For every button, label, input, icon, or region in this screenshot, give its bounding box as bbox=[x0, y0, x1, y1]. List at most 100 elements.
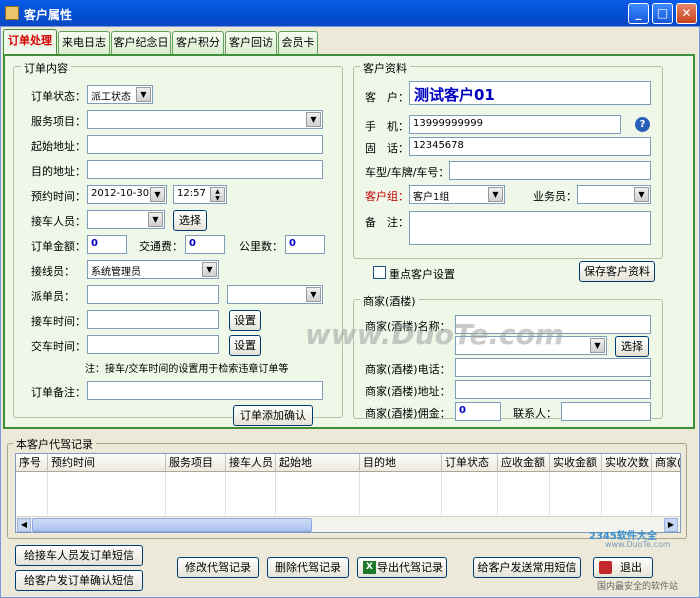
minimize-button[interactable]: _ bbox=[628, 3, 649, 24]
status-select[interactable]: 派工状态 ▼ bbox=[87, 85, 153, 104]
phone-label: 固 话： bbox=[365, 142, 409, 155]
grid-header[interactable]: 商家( bbox=[652, 454, 680, 472]
time-spinner[interactable]: 12:57 ▲ ▼ bbox=[173, 185, 227, 204]
customer-group-select[interactable]: 客户1组 ▼ bbox=[409, 185, 505, 204]
delete-record-button[interactable]: 删除代驾记录 bbox=[267, 557, 349, 578]
return-label: 交车时间： bbox=[31, 340, 86, 353]
scroll-right-icon[interactable]: ▶ bbox=[664, 518, 678, 532]
key-customer-checkbox[interactable] bbox=[373, 266, 386, 279]
sms-common-button[interactable]: 给客户发送常用短信 bbox=[473, 557, 581, 578]
close-button[interactable]: ✕ bbox=[676, 3, 697, 24]
date-picker[interactable]: 2012-10-30 ▼ bbox=[87, 185, 167, 204]
grid-header[interactable]: 目的地 bbox=[360, 454, 442, 472]
dispatcher-label: 派单员： bbox=[31, 290, 75, 303]
merchant-addr-input[interactable] bbox=[455, 380, 651, 399]
chevron-down-icon: ▼ bbox=[136, 87, 151, 102]
km-label: 公里数： bbox=[239, 240, 283, 253]
sms-driver-button[interactable]: 给接车人员发订单短信 bbox=[15, 545, 143, 566]
dispatcher-input[interactable] bbox=[87, 285, 219, 304]
operator-label: 接线员： bbox=[31, 265, 75, 278]
window-client: 订单处理 来电日志 客户纪念日 客户积分 客户回访 会员卡 订单内容 订单状态：… bbox=[0, 26, 700, 598]
tab-member-card[interactable]: 会员卡 bbox=[278, 31, 318, 54]
grid-header[interactable]: 订单状态 bbox=[442, 454, 498, 472]
scroll-left-icon[interactable]: ◀ bbox=[17, 518, 31, 532]
driver-label: 接车人员： bbox=[31, 215, 86, 228]
customer-name-label: 客 户： bbox=[365, 91, 409, 104]
export-record-button[interactable]: X 导出代驾记录 bbox=[357, 557, 447, 578]
car-label: 车型/车牌/车号： bbox=[365, 166, 450, 179]
records-group-title: 本客户代驾记录 bbox=[13, 436, 96, 452]
driver-select-button[interactable]: 选择 bbox=[173, 210, 207, 231]
return-input[interactable] bbox=[87, 335, 219, 354]
sms-customer-button[interactable]: 给客户发订单确认短信 bbox=[15, 570, 143, 591]
status-label: 订单状态： bbox=[31, 90, 86, 103]
chevron-down-icon: ▼ bbox=[148, 212, 163, 227]
grid-header[interactable]: 序号 bbox=[16, 454, 48, 472]
chevron-down-icon: ▼ bbox=[488, 187, 503, 202]
key-customer-label: 重点客户设置 bbox=[389, 268, 455, 281]
start-label: 起始地址： bbox=[31, 140, 86, 153]
pickup-input[interactable] bbox=[87, 310, 219, 329]
dispatcher-select[interactable]: ▼ bbox=[227, 285, 323, 304]
edit-record-button[interactable]: 修改代驾记录 bbox=[177, 557, 259, 578]
customer-name-input[interactable]: 测试客户01 bbox=[409, 81, 651, 105]
start-input[interactable] bbox=[87, 135, 323, 154]
merchant-select-button[interactable]: 选择 bbox=[615, 336, 649, 357]
tab-anniversary[interactable]: 客户纪念日 bbox=[111, 31, 171, 54]
spinner-icon[interactable]: ▲ ▼ bbox=[210, 187, 225, 202]
grid-header[interactable]: 服务项目 bbox=[166, 454, 226, 472]
chevron-down-icon: ▼ bbox=[590, 338, 605, 353]
grid-header[interactable]: 实收次数 bbox=[602, 454, 652, 472]
car-input[interactable] bbox=[449, 161, 651, 180]
commission-input[interactable]: 0 bbox=[455, 402, 501, 421]
km-input[interactable]: 0 bbox=[285, 235, 325, 254]
order-confirm-button[interactable]: 订单添加确认 bbox=[233, 405, 313, 426]
grid-header[interactable]: 预约时间 bbox=[48, 454, 166, 472]
contact-input[interactable] bbox=[561, 402, 651, 421]
tab-points[interactable]: 客户积分 bbox=[172, 31, 224, 54]
exit-label: 退出 bbox=[620, 561, 642, 574]
return-set-button[interactable]: 设置 bbox=[229, 335, 261, 356]
grid-header[interactable]: 接车人员 bbox=[226, 454, 276, 472]
save-customer-button[interactable]: 保存客户资料 bbox=[579, 261, 655, 282]
chevron-down-icon: ▼ bbox=[306, 112, 321, 127]
dest-label: 目的地址： bbox=[31, 165, 86, 178]
chevron-down-icon: ▼ bbox=[150, 187, 165, 202]
tab-pane: 订单内容 订单状态： 派工状态 ▼ 服务项目： ▼ 起始地址： 目的地址： 预约时… bbox=[3, 54, 695, 429]
merchant-phone-input[interactable] bbox=[455, 358, 651, 377]
driver-select[interactable]: ▼ bbox=[87, 210, 165, 229]
grid-header[interactable]: 起始地 bbox=[276, 454, 360, 472]
service-select[interactable]: ▼ bbox=[87, 110, 323, 129]
maximize-button[interactable]: □ bbox=[652, 3, 673, 24]
grid-header[interactable]: 实收金额 bbox=[550, 454, 602, 472]
dest-input[interactable] bbox=[87, 160, 323, 179]
customer-note-label: 备 注： bbox=[365, 216, 409, 229]
sales-select[interactable]: ▼ bbox=[577, 185, 651, 204]
operator-select[interactable]: 系统管理员 ▼ bbox=[87, 260, 219, 279]
pickup-set-button[interactable]: 设置 bbox=[229, 310, 261, 331]
remark-input[interactable] bbox=[87, 381, 323, 400]
customer-note-input[interactable] bbox=[409, 211, 651, 245]
tab-call-log[interactable]: 来电日志 bbox=[58, 31, 110, 54]
horizontal-scrollbar[interactable]: ◀ ▶ bbox=[16, 516, 680, 532]
amount-input[interactable]: 0 bbox=[87, 235, 127, 254]
time-note: 注：接车/交车时间的设置用于检索违章订单等 bbox=[85, 364, 289, 375]
grid-header[interactable]: 应收金额 bbox=[498, 454, 550, 472]
corner-watermark-url: www.DuoTe.com bbox=[605, 540, 671, 549]
scrollbar-thumb[interactable] bbox=[32, 518, 312, 532]
mobile-input[interactable]: 13999999999 bbox=[409, 115, 621, 134]
traffic-label: 交通费： bbox=[139, 240, 183, 253]
customer-group-label: 客户组： bbox=[365, 190, 409, 203]
records-grid[interactable]: 序号 预约时间 服务项目 接车人员 起始地 目的地 订单状态 应收金额 实收金额… bbox=[15, 453, 681, 533]
tab-order[interactable]: 订单处理 bbox=[3, 29, 57, 55]
merchant-group-title: 商家(酒楼) bbox=[360, 293, 419, 309]
corner-watermark-sub: 国内最安全的软件站 bbox=[597, 582, 679, 592]
tab-visit[interactable]: 客户回访 bbox=[225, 31, 277, 54]
traffic-input[interactable]: 0 bbox=[185, 235, 225, 254]
phone-input[interactable]: 12345678 bbox=[409, 137, 651, 156]
merchant-addr-label: 商家(酒楼)地址： bbox=[365, 385, 451, 398]
export-label: 导出代驾记录 bbox=[377, 561, 443, 574]
help-icon[interactable]: ? bbox=[635, 117, 650, 132]
excel-icon: X bbox=[363, 561, 376, 574]
exit-button[interactable]: 退出 bbox=[593, 557, 653, 578]
